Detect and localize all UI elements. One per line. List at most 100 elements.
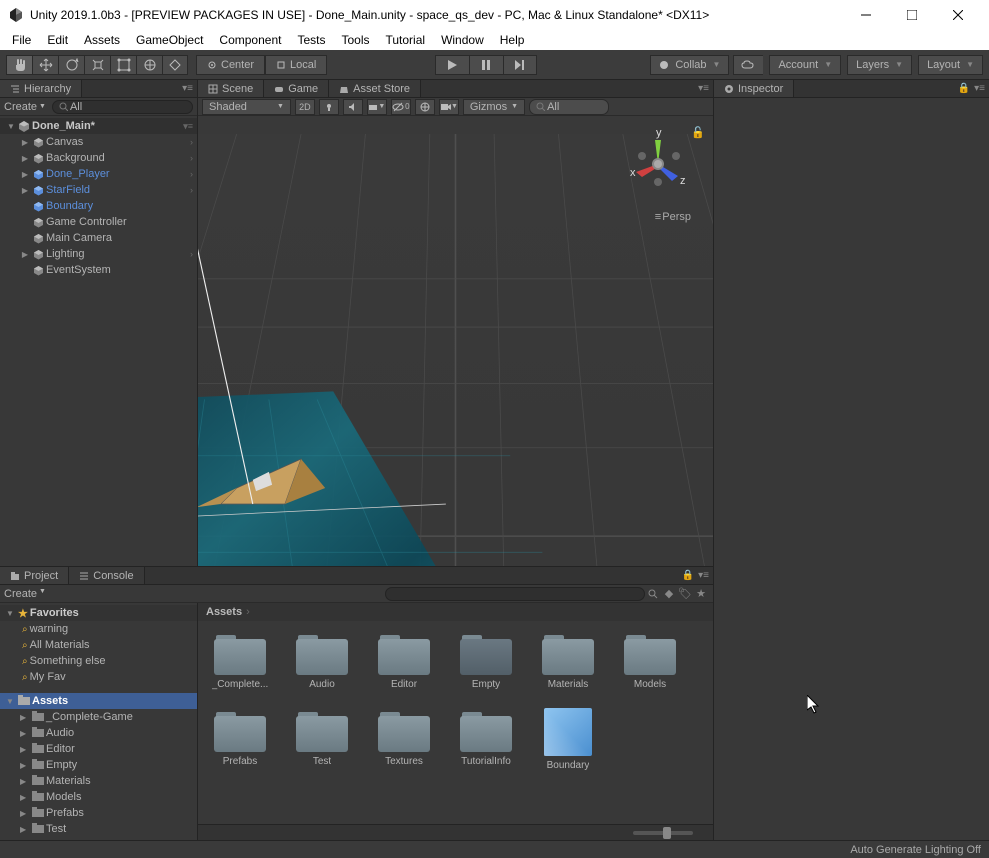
pivot-center[interactable]: Center bbox=[196, 55, 265, 75]
menu-file[interactable]: File bbox=[4, 31, 39, 49]
scale-tool[interactable] bbox=[84, 55, 110, 75]
asset-audio[interactable]: Audio bbox=[290, 631, 354, 690]
project-folder-models[interactable]: ▶Models bbox=[0, 789, 197, 805]
scene-lighting-toggle[interactable] bbox=[319, 99, 339, 115]
menu-tutorial[interactable]: Tutorial bbox=[377, 31, 433, 49]
project-breadcrumb[interactable]: Assets› bbox=[198, 603, 713, 621]
project-create[interactable]: Create▼ bbox=[4, 588, 46, 600]
menu-tests[interactable]: Tests bbox=[289, 31, 333, 49]
project-folder-editor[interactable]: ▶Editor bbox=[0, 741, 197, 757]
scene-2d-toggle[interactable]: 2D bbox=[295, 99, 315, 115]
hierarchy-search[interactable]: All bbox=[52, 100, 193, 114]
scene-grid-toggle[interactable] bbox=[415, 99, 435, 115]
close-button[interactable] bbox=[935, 0, 981, 30]
menu-assets[interactable]: Assets bbox=[76, 31, 128, 49]
favorite-my-fav[interactable]: ⌕My Fav bbox=[0, 669, 197, 685]
hierarchy-item-background[interactable]: ▶Background› bbox=[0, 150, 197, 166]
console-tab[interactable]: Console bbox=[69, 567, 144, 584]
hierarchy-item-eventsystem[interactable]: EventSystem bbox=[0, 262, 197, 278]
tab-popup-icon[interactable]: ▾≡ bbox=[182, 83, 193, 94]
hierarchy-item-done-player[interactable]: ▶Done_Player› bbox=[0, 166, 197, 182]
hierarchy-create[interactable]: Create▼ bbox=[4, 101, 46, 113]
pause-button[interactable] bbox=[469, 55, 503, 75]
favorite-warning[interactable]: ⌕warning bbox=[0, 621, 197, 637]
favorite-something-else[interactable]: ⌕Something else bbox=[0, 653, 197, 669]
play-button[interactable] bbox=[435, 55, 469, 75]
hand-tool[interactable] bbox=[6, 55, 32, 75]
project-filter-icon[interactable] bbox=[645, 586, 661, 602]
cloud-button[interactable] bbox=[733, 55, 763, 75]
scene-shading-dropdown[interactable]: Shaded▼ bbox=[202, 99, 291, 115]
asset-prefabs[interactable]: Prefabs bbox=[208, 708, 272, 771]
inspector-lock-icon[interactable]: 🔒 bbox=[958, 83, 970, 94]
project-tab[interactable]: Project bbox=[0, 567, 69, 584]
layers-dropdown[interactable]: Layers▼ bbox=[847, 55, 912, 75]
project-folder-audio[interactable]: ▶Audio bbox=[0, 725, 197, 741]
menu-component[interactable]: Component bbox=[211, 31, 289, 49]
layout-dropdown[interactable]: Layout▼ bbox=[918, 55, 983, 75]
account-dropdown[interactable]: Account▼ bbox=[769, 55, 841, 75]
project-folder-materials[interactable]: ▶Materials bbox=[0, 773, 197, 789]
inspector-tab[interactable]: Inspector bbox=[714, 80, 794, 97]
scene-lock-icon[interactable]: 🔓 bbox=[691, 126, 705, 139]
step-button[interactable] bbox=[503, 55, 537, 75]
project-folder-test[interactable]: ▶Test bbox=[0, 821, 197, 837]
hierarchy-item-lighting[interactable]: ▶Lighting› bbox=[0, 246, 197, 262]
asset-editor[interactable]: Editor bbox=[372, 631, 436, 690]
project-folder-empty[interactable]: ▶Empty bbox=[0, 757, 197, 773]
maximize-button[interactable] bbox=[889, 0, 935, 30]
favorites-header[interactable]: ▼★Favorites bbox=[0, 605, 197, 621]
project-favorite-icon[interactable]: ★ bbox=[693, 586, 709, 602]
asset-boundary[interactable]: Boundary bbox=[536, 708, 600, 771]
status-lighting[interactable]: Auto Generate Lighting Off bbox=[850, 844, 981, 856]
project-search-by-type-icon[interactable]: ◆ bbox=[661, 586, 677, 602]
asset--complete---[interactable]: _Complete... bbox=[208, 631, 272, 690]
project-lock-icon[interactable]: 🔒 bbox=[682, 570, 694, 581]
asset-tutorialinfo[interactable]: TutorialInfo bbox=[454, 708, 518, 771]
favorite-all-materials[interactable]: ⌕All Materials bbox=[0, 637, 197, 653]
rect-tool[interactable] bbox=[110, 55, 136, 75]
scene-context-icon[interactable]: ▾≡ bbox=[183, 121, 197, 132]
asset-materials[interactable]: Materials bbox=[536, 631, 600, 690]
transform-tool[interactable] bbox=[136, 55, 162, 75]
assets-header[interactable]: ▼Assets bbox=[0, 693, 197, 709]
scene-camera-toggle[interactable]: ▼ bbox=[439, 99, 459, 115]
tab-popup-icon[interactable]: ▾≡ bbox=[698, 83, 709, 94]
tab-popup-icon[interactable]: ▾≡ bbox=[974, 83, 985, 94]
scene-fx-toggle[interactable]: ▼ bbox=[367, 99, 387, 115]
collab-dropdown[interactable]: Collab▼ bbox=[650, 55, 729, 75]
menu-help[interactable]: Help bbox=[492, 31, 533, 49]
scene-gizmos-dropdown[interactable]: Gizmos▼ bbox=[463, 99, 525, 115]
scene-tab[interactable]: Scene bbox=[198, 80, 264, 97]
hierarchy-item-boundary[interactable]: Boundary bbox=[0, 198, 197, 214]
game-tab[interactable]: Game bbox=[264, 80, 329, 97]
rotate-tool[interactable] bbox=[58, 55, 84, 75]
menu-gameobject[interactable]: GameObject bbox=[128, 31, 211, 49]
scene-projection-label[interactable]: ≡ Persp bbox=[655, 211, 691, 223]
project-folder-prefabs[interactable]: ▶Prefabs bbox=[0, 805, 197, 821]
asset-test[interactable]: Test bbox=[290, 708, 354, 771]
project-search-by-label-icon[interactable]: 🏷 bbox=[677, 586, 693, 602]
scene-search[interactable]: All bbox=[529, 99, 609, 115]
hierarchy-tab[interactable]: Hierarchy bbox=[0, 80, 82, 97]
project-folder--complete-game[interactable]: ▶_Complete-Game bbox=[0, 709, 197, 725]
minimize-button[interactable] bbox=[843, 0, 889, 30]
asset-store-tab[interactable]: Asset Store bbox=[329, 80, 421, 97]
custom-tool[interactable] bbox=[162, 55, 188, 75]
tab-popup-icon[interactable]: ▾≡ bbox=[698, 570, 709, 581]
hierarchy-item-starfield[interactable]: ▶StarField› bbox=[0, 182, 197, 198]
scene-audio-toggle[interactable] bbox=[343, 99, 363, 115]
pivot-local[interactable]: Local bbox=[265, 55, 327, 75]
scene-hidden-toggle[interactable]: 0 bbox=[391, 99, 411, 115]
asset-empty[interactable]: Empty bbox=[454, 631, 518, 690]
orientation-gizmo[interactable]: x y z bbox=[623, 126, 693, 216]
hierarchy-scene-root[interactable]: ▼ Done_Main* ▾≡ bbox=[0, 118, 197, 134]
hierarchy-item-canvas[interactable]: ▶Canvas› bbox=[0, 134, 197, 150]
menu-tools[interactable]: Tools bbox=[333, 31, 377, 49]
hierarchy-item-game-controller[interactable]: Game Controller bbox=[0, 214, 197, 230]
project-zoom-slider[interactable] bbox=[198, 824, 713, 840]
menu-window[interactable]: Window bbox=[433, 31, 492, 49]
asset-textures[interactable]: Textures bbox=[372, 708, 436, 771]
asset-models[interactable]: Models bbox=[618, 631, 682, 690]
menu-edit[interactable]: Edit bbox=[39, 31, 76, 49]
